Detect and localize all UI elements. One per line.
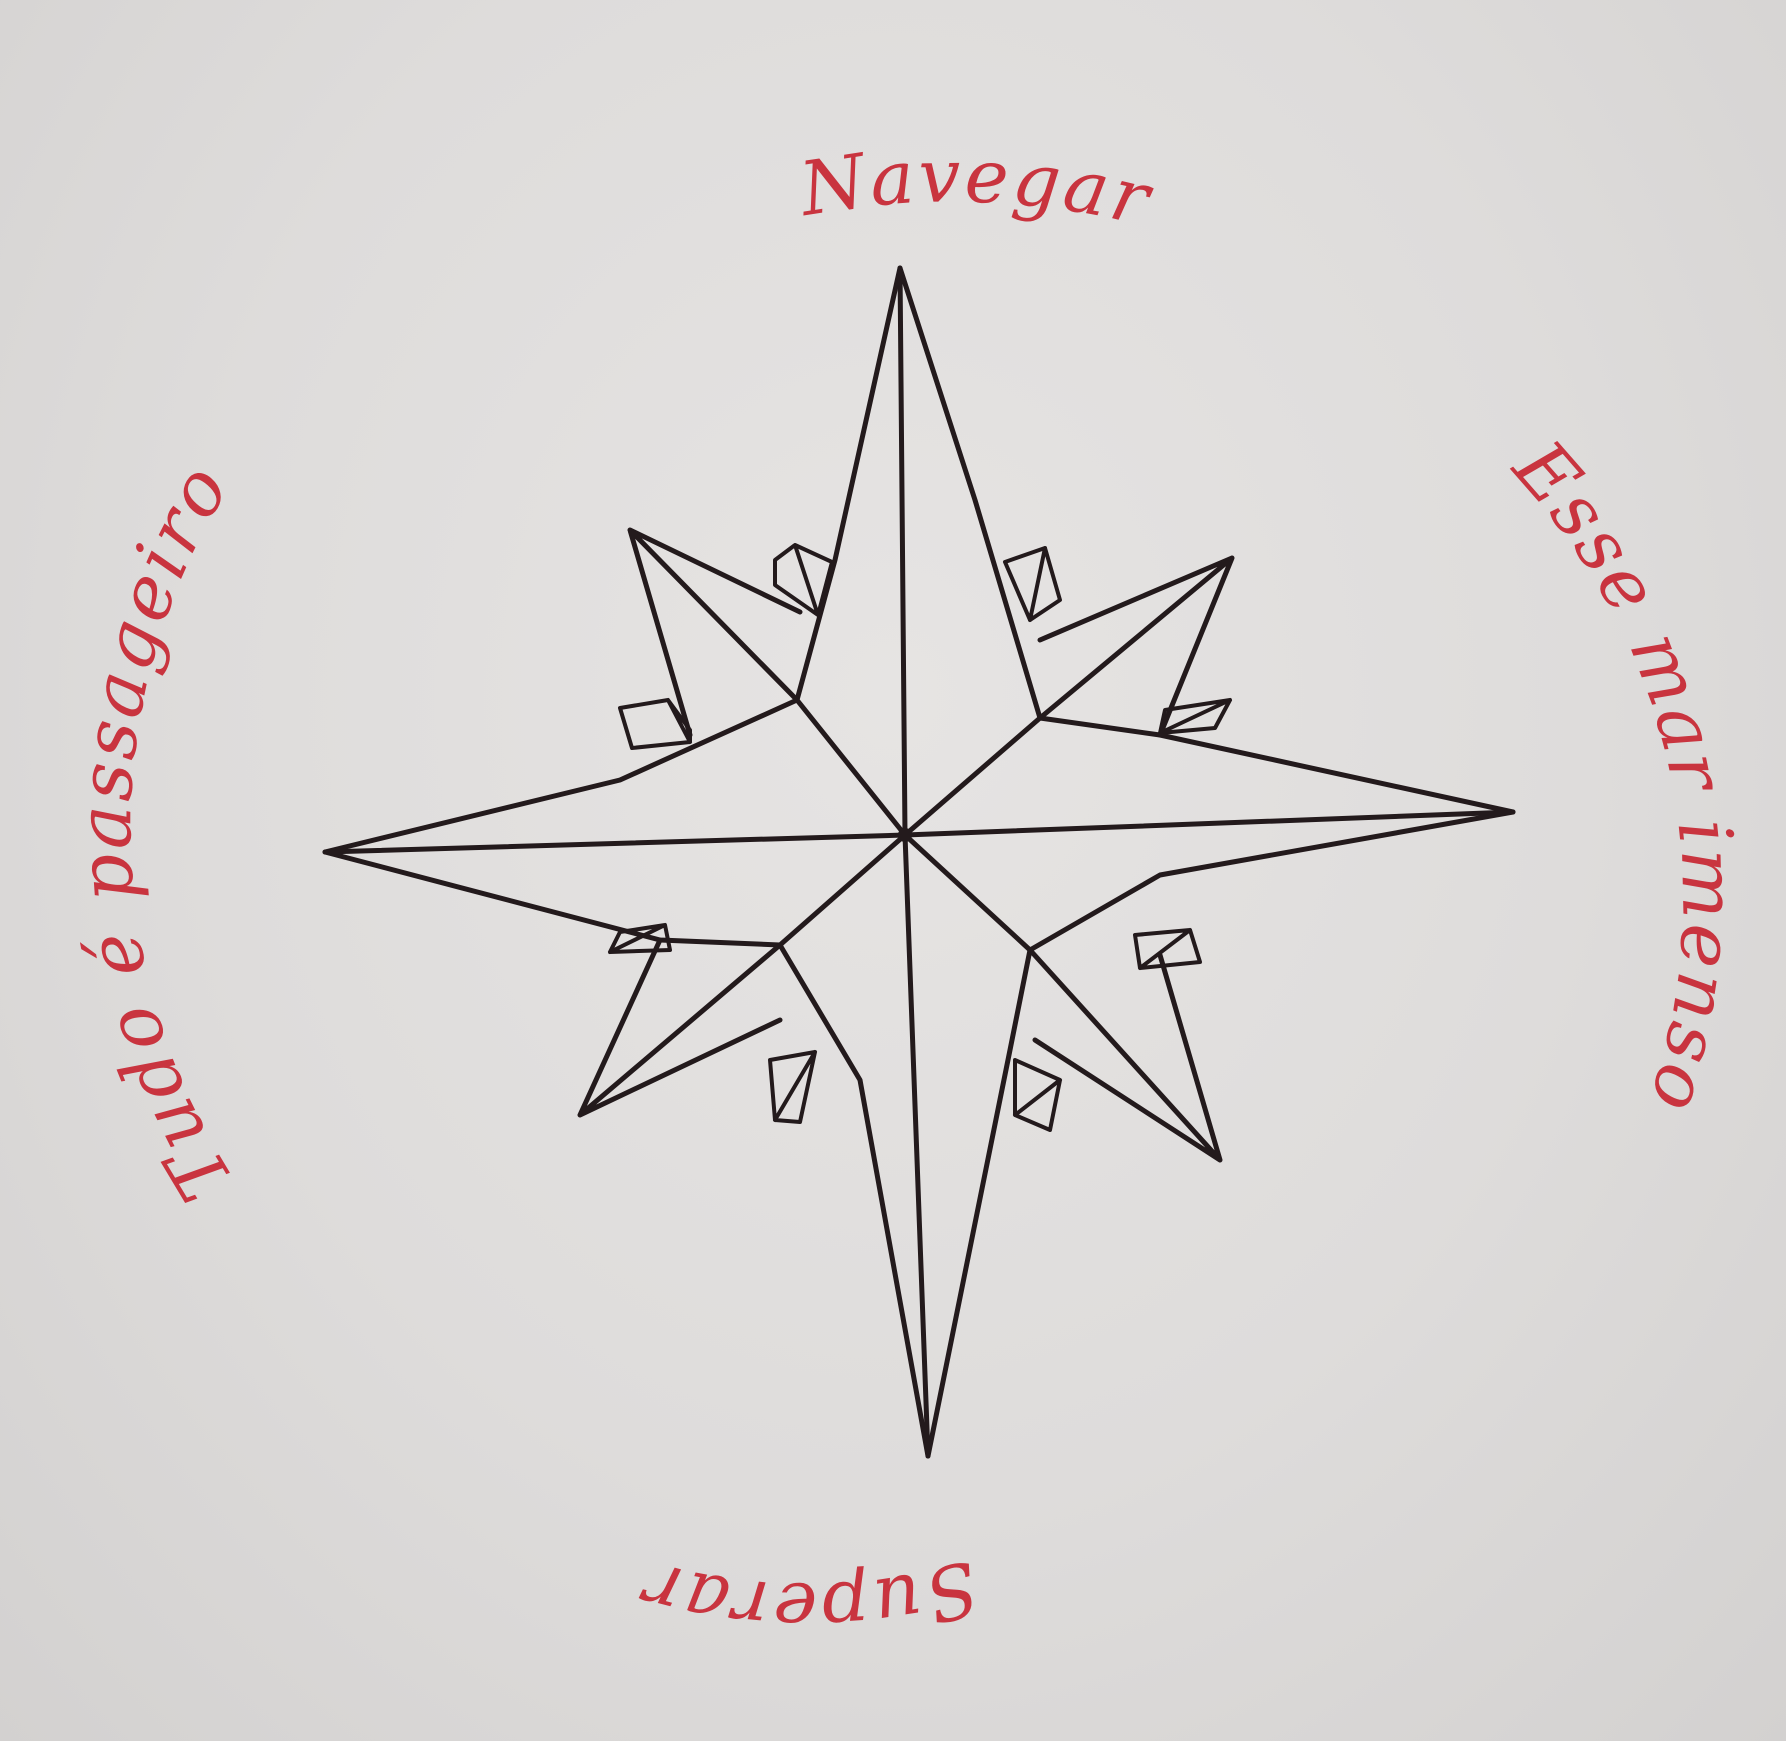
inscription-left: Tudo é passageiro — [62, 448, 250, 1215]
inscription-top-text: Navegar — [793, 133, 1159, 243]
inscription-right-text: Esse mar imenso — [1496, 423, 1749, 1124]
inscription-bottom-text: Superar — [630, 1543, 983, 1652]
compass-rose — [322, 265, 1516, 1459]
notch-triangle — [1013, 1058, 1062, 1132]
center-point — [898, 828, 912, 842]
inscription-bottom: Superar — [630, 1543, 986, 1652]
notch-triangle — [768, 1050, 817, 1124]
north-south-axis — [897, 265, 931, 1459]
compass-rose-drawing: Navegar Esse mar imenso Superar Tudo é p… — [62, 133, 1752, 1652]
point-northeast — [1037, 555, 1235, 738]
point-southeast — [1027, 947, 1223, 1163]
notch-triangle — [1003, 546, 1062, 622]
point-southwest — [577, 937, 783, 1118]
inscription-left-text: Tudo é passageiro — [62, 448, 247, 1215]
inscription-right: Esse mar imenso — [1496, 423, 1752, 1124]
notch-triangle — [1133, 928, 1202, 970]
inscription-top: Navegar — [793, 133, 1162, 243]
notch-triangles — [608, 543, 1232, 1132]
paper-background: Navegar Esse mar imenso Superar Tudo é p… — [0, 0, 1786, 1741]
